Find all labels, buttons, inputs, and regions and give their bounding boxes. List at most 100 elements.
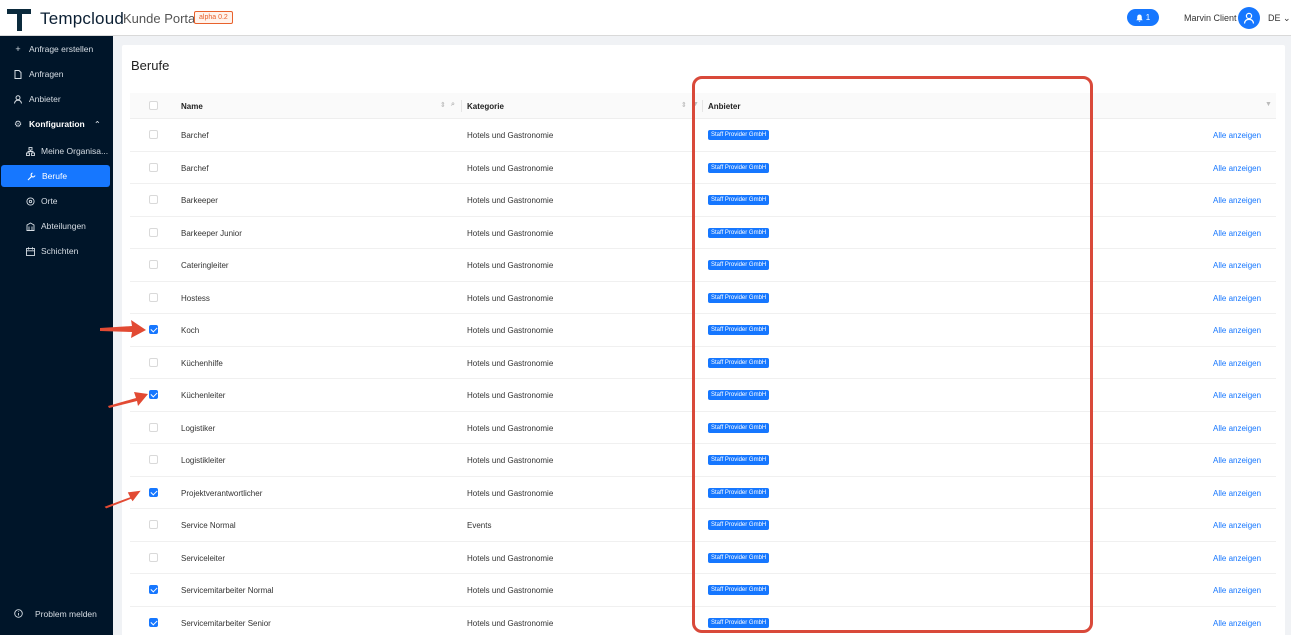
table-row[interactable]: Barchef Hotels und Gastronomie Staff Provi…	[130, 152, 1276, 184]
cell-kategorie: Hotels und Gastronomie	[467, 553, 554, 563]
table-row[interactable]: Küchenleiter Hotels und Gastronomie Staff …	[130, 379, 1276, 412]
cell-name: Barchef	[181, 163, 209, 173]
table-row[interactable]: Servicemitarbeiter Normal Hotels und Gast…	[130, 574, 1276, 607]
alle-anzeigen-link[interactable]: Alle anzeigen	[1213, 391, 1261, 400]
search-icon[interactable]: ⌕	[451, 101, 455, 109]
table-row[interactable]: Barkeeper Hotels und Gastronomie Staff Pro…	[130, 184, 1276, 217]
version-badge: alpha 0.2	[194, 11, 233, 24]
org-icon	[25, 146, 35, 156]
user-name[interactable]: Marvin Client	[1184, 13, 1237, 23]
alle-anzeigen-link[interactable]: Alle anzeigen	[1213, 131, 1261, 140]
sidebar-item-abteilungen[interactable]: Abteilungen	[0, 215, 113, 237]
table-row[interactable]: Logistiker Hotels und Gastronomie Staff Pr…	[130, 412, 1276, 444]
sidebar-item-meine-organisation[interactable]: Meine Organisa...	[0, 140, 113, 162]
sidebar-item-anbieter[interactable]: Anbieter	[0, 88, 113, 110]
column-header-anbieter[interactable]: Anbieter	[708, 102, 740, 111]
alle-anzeigen-link[interactable]: Alle anzeigen	[1213, 456, 1261, 465]
provider-tag: Staff Provider GmbH	[708, 390, 770, 400]
alle-anzeigen-link[interactable]: Alle anzeigen	[1213, 261, 1261, 270]
table-row[interactable]: Cateringleiter Hotels und Gastronomie Staf…	[130, 249, 1276, 282]
cell-name: Logistiker	[181, 423, 216, 433]
select-all-checkbox[interactable]	[149, 101, 158, 110]
row-checkbox[interactable]	[149, 292, 158, 302]
brand-name: Tempcloud	[40, 9, 125, 28]
notification-button[interactable]: 1	[1127, 9, 1159, 26]
table-row[interactable]: Logistikleiter Hotels und Gastronomie Staf…	[130, 444, 1276, 477]
row-checkbox[interactable]	[149, 617, 158, 627]
row-checkbox[interactable]	[149, 422, 158, 432]
alle-anzeigen-link[interactable]: Alle anzeigen	[1213, 586, 1261, 595]
avatar[interactable]	[1238, 7, 1260, 29]
language-label: DE	[1268, 13, 1281, 23]
row-checkbox[interactable]	[149, 520, 158, 529]
filter-icon[interactable]: ▼	[1265, 101, 1272, 108]
alle-anzeigen-link[interactable]: Alle anzeigen	[1213, 229, 1261, 238]
row-checkbox[interactable]	[149, 260, 158, 269]
table-row[interactable]: Barchef Hotels und Gastronomie Staff Provi…	[130, 119, 1276, 152]
sidebar-item-label: Konfiguration	[29, 119, 85, 129]
sidebar-item-anfragen[interactable]: Anfragen	[0, 63, 113, 85]
row-checkbox[interactable]	[149, 357, 158, 367]
language-selector[interactable]: DE ⌄	[1268, 13, 1291, 24]
table-row[interactable]: Barkeeper Junior Hotels und Gastronomie St…	[130, 217, 1276, 249]
row-checkbox[interactable]	[149, 585, 158, 594]
alle-anzeigen-link[interactable]: Alle anzeigen	[1213, 359, 1261, 368]
row-checkbox[interactable]	[149, 552, 158, 562]
row-checkbox[interactable]	[149, 455, 158, 464]
user-avatar-icon	[1243, 12, 1255, 24]
table-row[interactable]: Küchenhilfe Hotels und Gastronomie Staff P…	[130, 347, 1276, 379]
provider-tag: Staff Provider GmbH	[708, 357, 770, 368]
arrow-annotation-icon	[104, 490, 141, 509]
sidebar-item-label: Orte	[41, 196, 58, 206]
sidebar-item-konfiguration[interactable]: ⚙ Konfiguration ⌃	[0, 113, 113, 135]
sidebar-item-label: Anbieter	[29, 94, 61, 104]
column-header-kategorie[interactable]: Kategorie	[467, 102, 504, 111]
row-checkbox[interactable]	[149, 130, 158, 139]
cell-kategorie: Hotels und Gastronomie	[467, 196, 554, 205]
problem-melden-button[interactable]: Problem melden	[0, 606, 113, 622]
row-checkbox[interactable]	[149, 162, 158, 172]
provider-tag: Staff Provider GmbH	[708, 162, 770, 173]
cell-kategorie: Hotels und Gastronomie	[467, 131, 554, 140]
provider-tag: Staff Provider GmbH	[708, 487, 770, 498]
sort-icon[interactable]: ⇕	[440, 101, 446, 109]
row-checkbox[interactable]	[149, 487, 158, 497]
sidebar-item-label: Abteilungen	[41, 221, 86, 231]
alle-anzeigen-link[interactable]: Alle anzeigen	[1213, 326, 1261, 335]
sidebar: + Anfrage erstellen Anfragen Anbieter ⚙ …	[0, 36, 113, 635]
table-row[interactable]: Projektverantwortlicher Hotels und Gastro…	[130, 477, 1276, 509]
table-row[interactable]: Service Normal Events Staff Provider GmbH A…	[130, 509, 1276, 542]
cell-name: Projektverantwortlicher	[181, 488, 263, 498]
sidebar-item-anfrage-erstellen[interactable]: + Anfrage erstellen	[0, 38, 113, 60]
cell-kategorie: Hotels und Gastronomie	[467, 618, 554, 628]
document-icon	[13, 69, 23, 79]
alle-anzeigen-link[interactable]: Alle anzeigen	[1213, 619, 1261, 628]
alle-anzeigen-link[interactable]: Alle anzeigen	[1213, 294, 1261, 303]
sidebar-item-berufe[interactable]: Berufe	[1, 165, 110, 187]
sidebar-item-orte[interactable]: Orte	[0, 190, 113, 212]
table-row[interactable]: Serviceleiter Hotels und Gastronomie Staff…	[130, 542, 1276, 574]
cell-kategorie: Hotels und Gastronomie	[467, 293, 554, 303]
cell-name: Küchenleiter	[181, 391, 226, 400]
filter-icon[interactable]: ▼	[692, 101, 699, 108]
table-row[interactable]: Hostess Hotels und Gastronomie Staff Provi…	[130, 282, 1276, 314]
table-row[interactable]: Koch Hotels und Gastronomie Staff Provider…	[130, 314, 1276, 347]
row-checkbox[interactable]	[149, 227, 158, 237]
row-checkbox[interactable]	[149, 325, 158, 334]
alle-anzeigen-link[interactable]: Alle anzeigen	[1213, 554, 1261, 563]
provider-tag: Staff Provider GmbH	[708, 325, 770, 335]
table-row[interactable]: Servicemitarbeiter Senior Hotels und Gast…	[130, 607, 1276, 635]
column-header-name[interactable]: Name	[181, 102, 203, 111]
sort-icon[interactable]: ⇕	[681, 101, 687, 109]
cell-kategorie: Hotels und Gastronomie	[467, 456, 554, 465]
alle-anzeigen-link[interactable]: Alle anzeigen	[1213, 196, 1261, 205]
alle-anzeigen-link[interactable]: Alle anzeigen	[1213, 424, 1261, 433]
alle-anzeigen-link[interactable]: Alle anzeigen	[1213, 489, 1261, 498]
row-checkbox[interactable]	[149, 195, 158, 204]
alle-anzeigen-link[interactable]: Alle anzeigen	[1213, 164, 1261, 173]
sidebar-item-label: Schichten	[41, 246, 79, 256]
provider-tag: Staff Provider GmbH	[708, 552, 770, 563]
sidebar-item-schichten[interactable]: Schichten	[0, 240, 113, 262]
column-divider	[702, 100, 703, 112]
alle-anzeigen-link[interactable]: Alle anzeigen	[1213, 521, 1261, 530]
